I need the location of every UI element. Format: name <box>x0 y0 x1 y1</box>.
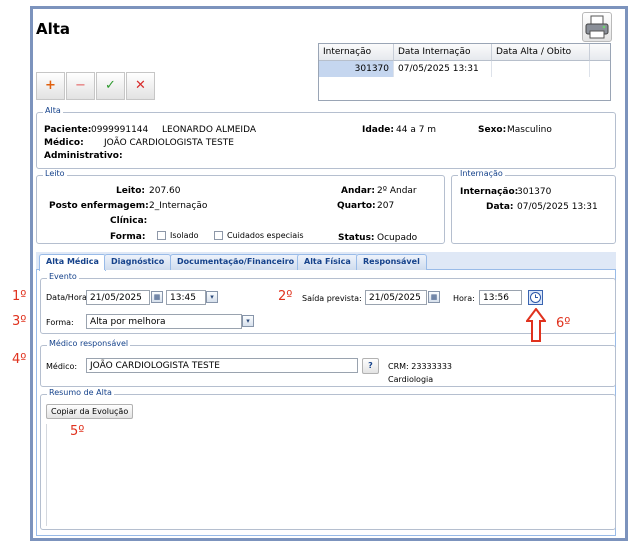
data-input[interactable]: 21/05/2025 <box>86 290 150 305</box>
crm-value: CRM: 23333333 <box>388 362 453 371</box>
hora-input[interactable]: 13:45 <box>166 290 206 305</box>
annotation-5: 5º <box>70 424 85 439</box>
internacao-data-label: Data: <box>486 202 514 212</box>
annotation-2: 2º <box>278 289 293 304</box>
hora-dropdown-icon[interactable]: ▾ <box>206 291 218 303</box>
annotation-4: 4º <box>12 352 27 367</box>
remove-button[interactable]: − <box>66 72 95 100</box>
tab-documentacao[interactable]: Documentação/Financeiro <box>170 254 302 270</box>
alta-legend: Alta <box>43 106 63 115</box>
saida-calendar-icon[interactable]: ▦ <box>428 291 440 303</box>
grid-cell-internacao[interactable]: 301370 <box>319 61 394 77</box>
internacao-value: 301370 <box>517 187 552 197</box>
forma-dropdown-icon[interactable]: ▾ <box>242 315 254 327</box>
cuidados-checkbox[interactable] <box>214 231 223 240</box>
posto-label: Posto enfermagem: <box>49 201 149 211</box>
andar-label: Andar: <box>341 186 375 196</box>
leito-value: 207.60 <box>149 186 181 196</box>
copiar-evolucao-button[interactable]: Copiar da Evolução <box>46 404 134 419</box>
status-value: Ocupado <box>377 233 418 243</box>
confirm-button[interactable]: ✓ <box>96 72 125 100</box>
internacao-data-value: 07/05/2025 13:31 <box>517 202 598 212</box>
forma-select[interactable]: Alta por melhora <box>86 314 242 329</box>
grid-header-data-internacao[interactable]: Data Internação <box>394 44 492 61</box>
internacao-legend: Internação <box>458 169 505 178</box>
grid-cell-data-alta[interactable] <box>492 61 590 77</box>
leito-legend: Leito <box>43 169 67 178</box>
administrativo-label: Administrativo: <box>44 151 123 161</box>
medico-resp-input[interactable]: JOÃO CARDIOLOGISTA TESTE <box>86 358 358 373</box>
grid-cell-data-internacao[interactable]: 07/05/2025 13:31 <box>394 61 492 77</box>
quarto-value: 207 <box>377 201 395 211</box>
add-button[interactable]: + <box>36 72 65 100</box>
grid-header-spacer <box>590 44 610 61</box>
saida-data-input[interactable]: 21/05/2025 <box>365 290 427 305</box>
cuidados-label: Cuidados especiais <box>227 231 304 240</box>
medico-label: Médico: <box>44 138 84 148</box>
medico-resp-legend: Médico responsável <box>47 339 131 348</box>
tab-alta-fisica[interactable]: Alta Física <box>297 254 358 270</box>
grid-header-data-alta[interactable]: Data Alta / Obito <box>492 44 590 61</box>
quarto-label: Quarto: <box>337 201 376 211</box>
saida-hora-label: Hora: <box>453 294 475 303</box>
print-button[interactable] <box>582 12 612 42</box>
grid-header-internacao[interactable]: Internação <box>319 44 394 61</box>
window-title: Alta <box>36 20 71 38</box>
cancel-button[interactable]: ✕ <box>126 72 155 100</box>
sexo-value: Masculino <box>507 125 552 135</box>
posto-value: 2_Internação <box>149 201 208 211</box>
evento-legend: Evento <box>47 272 79 281</box>
internacao-grid: Internação Data Internação Data Alta / O… <box>318 43 611 101</box>
tab-strip: Alta Médica Diagnóstico Documentação/Fin… <box>36 252 616 271</box>
idade-value: 44 a 7 m <box>396 125 437 135</box>
paciente-label: Paciente: <box>44 125 92 135</box>
internacao-label: Internação: <box>460 187 519 197</box>
saida-label: Saída prevista: <box>302 294 362 303</box>
annotation-1: 1º <box>12 289 27 304</box>
idade-label: Idade: <box>362 125 395 135</box>
annotation-6: 6º <box>556 316 571 331</box>
data-calendar-icon[interactable]: ▦ <box>151 291 163 303</box>
clinica-label: Clínica: <box>110 216 148 226</box>
resumo-textarea[interactable] <box>46 424 610 526</box>
forma-leito-label: Forma: <box>110 232 146 242</box>
medico-resp-label: Médico: <box>46 362 78 371</box>
annotation-3: 3º <box>12 314 27 329</box>
arrow-up-icon <box>526 308 546 342</box>
tab-responsavel[interactable]: Responsável <box>356 254 427 270</box>
datahora-label: Data/Hora: <box>46 293 90 302</box>
isolado-checkbox[interactable] <box>157 231 166 240</box>
paciente-codigo: 0999991144 <box>91 125 149 135</box>
saida-hora-input[interactable]: 13:56 <box>479 290 522 305</box>
sexo-label: Sexo: <box>478 125 507 135</box>
printer-icon <box>585 15 609 39</box>
forma-evento-label: Forma: <box>46 318 74 327</box>
resumo-legend: Resumo de Alta <box>47 388 114 397</box>
andar-value: 2º Andar <box>377 186 417 196</box>
medico-help-button[interactable]: ? <box>362 358 379 374</box>
paciente-nome: LEONARDO ALMEIDA <box>162 125 257 135</box>
leito-label: Leito: <box>116 186 146 196</box>
isolado-label: Isolado <box>170 231 199 240</box>
tab-diagnostico[interactable]: Diagnóstico <box>104 254 172 270</box>
medico-value: JOÃO CARDIOLOGISTA TESTE <box>104 138 234 148</box>
tab-alta-medica[interactable]: Alta Médica <box>39 254 106 271</box>
status-label: Status: <box>338 233 375 243</box>
clock-icon[interactable] <box>528 290 543 305</box>
especialidade-value: Cardiologia <box>388 375 434 384</box>
